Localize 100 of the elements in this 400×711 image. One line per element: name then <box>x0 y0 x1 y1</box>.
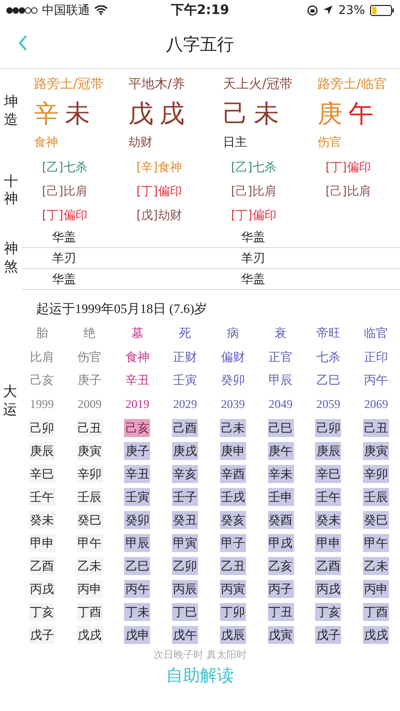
year-pillar[interactable]: 癸丑 <box>172 510 198 528</box>
ten-god-label: 正印 <box>364 348 388 366</box>
year-pillar[interactable]: 己酉 <box>172 418 198 436</box>
year-pillar[interactable]: 丙辰 <box>172 580 198 598</box>
year-pillar[interactable]: 乙丑 <box>220 556 246 574</box>
year-pillar[interactable]: 辛巳 <box>315 464 342 482</box>
year-pillar[interactable]: 壬子 <box>172 488 198 506</box>
year-pillar[interactable]: 辛酉 <box>220 464 246 482</box>
shensha-label: 羊刃 <box>241 250 265 264</box>
year-pillar[interactable]: 丁亥 <box>28 602 55 620</box>
footnote: 次日晚子时 真太阳时 <box>152 648 248 662</box>
luck-year: 2039 <box>220 396 245 412</box>
luck-year: 2029 <box>173 396 198 412</box>
year-pillar[interactable]: 戊子 <box>315 626 342 644</box>
year-pillar[interactable]: 丙子 <box>268 580 294 598</box>
year-pillar[interactable]: 辛巳 <box>28 464 55 482</box>
year-pillar[interactable]: 辛卯 <box>363 464 390 482</box>
hidden-stem-god: [丁]偏印 <box>41 207 88 224</box>
year-pillar[interactable]: 甲辰 <box>124 534 150 552</box>
year-pillar[interactable]: 丁酉 <box>76 602 103 620</box>
year-pillar[interactable]: 甲申 <box>315 534 342 552</box>
year-pillar[interactable]: 丙申 <box>363 580 390 598</box>
nayin-label: 平地木/养 <box>128 76 186 93</box>
year-pillar[interactable]: 乙未 <box>76 556 103 574</box>
year-pillar[interactable]: 庚辰 <box>315 442 342 460</box>
year-pillar[interactable]: 癸巳 <box>363 510 390 528</box>
year-pillar[interactable]: 庚戌 <box>172 442 198 460</box>
nayin-label: 天上火/冠带 <box>222 76 294 93</box>
year-pillar[interactable]: 癸亥 <box>220 510 246 528</box>
year-pillar[interactable]: 壬辰 <box>363 488 390 506</box>
year-pillar[interactable]: 壬午 <box>315 488 342 506</box>
year-pillar[interactable]: 甲子 <box>220 534 246 552</box>
year-pillar[interactable]: 庚辰 <box>28 442 55 460</box>
year-pillar[interactable]: 乙酉 <box>28 556 55 574</box>
year-pillar[interactable]: 癸未 <box>28 510 55 528</box>
nayin-label: 路旁土/临官 <box>316 76 388 93</box>
hidden-stem-god: [辛]食神 <box>136 159 183 176</box>
life-phase: 衰 <box>274 325 287 342</box>
hidden-stem-god: [丁]偏印 <box>230 207 278 224</box>
year-pillar[interactable]: 己丑 <box>363 418 390 436</box>
hidden-stem-god: [己]比肩 <box>324 183 372 200</box>
ten-god-label: 偏财 <box>220 348 245 366</box>
year-pillar[interactable]: 戊子 <box>28 626 55 644</box>
year-pillar[interactable]: 癸未 <box>315 510 342 528</box>
year-pillar[interactable]: 辛亥 <box>172 464 198 482</box>
year-pillar[interactable]: 丁未 <box>124 602 150 620</box>
year-pillar[interactable]: 丙午 <box>124 580 150 598</box>
year-pillar[interactable]: 庚午 <box>268 442 294 460</box>
year-pillar[interactable]: 壬寅 <box>124 488 150 506</box>
year-pillar[interactable]: 乙未 <box>363 556 390 574</box>
year-pillar[interactable]: 甲午 <box>76 534 103 552</box>
year-pillar[interactable]: 丁丑 <box>268 602 294 620</box>
year-pillar[interactable]: 丙戌 <box>28 580 55 598</box>
year-pillar[interactable]: 丙申 <box>76 580 103 598</box>
year-pillar[interactable]: 戊辰 <box>220 626 246 644</box>
year-pillar[interactable]: 甲午 <box>363 534 390 552</box>
year-pillar[interactable]: 己亥 <box>124 418 150 436</box>
year-pillar[interactable]: 辛卯 <box>76 464 103 482</box>
year-pillar[interactable]: 丁巳 <box>172 602 198 620</box>
year-pillar[interactable]: 戊戌 <box>363 626 390 644</box>
year-pillar[interactable]: 庚寅 <box>363 442 390 460</box>
battery-percent: 23% <box>338 3 365 17</box>
year-pillar[interactable]: 己丑 <box>76 418 103 436</box>
year-pillar[interactable]: 己巳 <box>268 418 294 436</box>
year-pillar[interactable]: 庚申 <box>220 442 246 460</box>
life-phase: 临官 <box>364 325 388 342</box>
year-pillar[interactable]: 辛未 <box>268 464 294 482</box>
year-pillar[interactable]: 乙亥 <box>268 556 294 574</box>
year-pillar[interactable]: 戊午 <box>172 626 198 644</box>
year-pillar[interactable]: 丁酉 <box>363 602 390 620</box>
year-pillar[interactable]: 戊寅 <box>268 626 294 644</box>
year-pillar[interactable]: 壬戌 <box>220 488 246 506</box>
year-pillar[interactable]: 乙巳 <box>124 556 150 574</box>
year-pillar[interactable]: 甲戌 <box>268 534 294 552</box>
year-pillar[interactable]: 壬申 <box>268 488 294 506</box>
year-pillar[interactable]: 癸卯 <box>124 510 150 528</box>
year-pillar[interactable]: 戊戌 <box>76 626 103 644</box>
year-pillar[interactable]: 甲申 <box>28 534 55 552</box>
year-pillar[interactable]: 丁亥 <box>315 602 342 620</box>
year-pillar[interactable]: 庚寅 <box>76 442 103 460</box>
year-pillar[interactable]: 戊申 <box>124 626 150 644</box>
ten-god-label: 日主 <box>222 134 248 151</box>
year-pillar[interactable]: 癸巳 <box>76 510 103 528</box>
year-pillar[interactable]: 己卯 <box>28 418 55 436</box>
hidden-stem-god: [己]比肩 <box>41 183 88 200</box>
year-pillar[interactable]: 丁卯 <box>220 602 246 620</box>
year-pillar[interactable]: 壬辰 <box>76 488 103 506</box>
year-pillar[interactable]: 癸酉 <box>268 510 294 528</box>
ten-god-label: 伤官 <box>316 134 342 151</box>
year-pillar[interactable]: 乙酉 <box>315 556 342 574</box>
year-pillar[interactable]: 己卯 <box>315 418 342 436</box>
year-pillar[interactable]: 丙寅 <box>220 580 246 598</box>
year-pillar[interactable]: 己未 <box>220 418 246 436</box>
shensha-label: 华盖 <box>241 272 265 286</box>
year-pillar[interactable]: 甲寅 <box>172 534 198 552</box>
year-pillar[interactable]: 辛丑 <box>124 464 150 482</box>
year-pillar[interactable]: 丙戌 <box>315 580 342 598</box>
year-pillar[interactable]: 壬午 <box>28 488 55 506</box>
year-pillar[interactable]: 乙卯 <box>172 556 198 574</box>
year-pillar[interactable]: 庚子 <box>124 442 150 460</box>
